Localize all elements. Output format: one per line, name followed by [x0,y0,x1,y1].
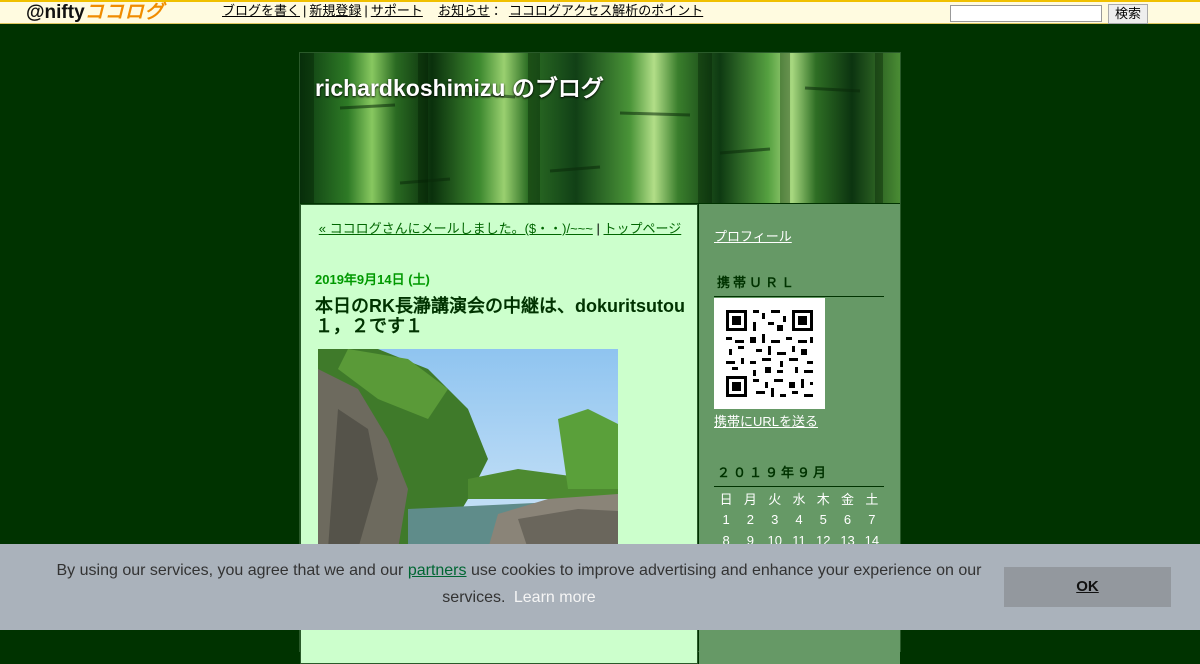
calendar-day: 6 [843,512,852,527]
search-input[interactable] [950,5,1102,22]
access-analysis-link[interactable]: ココログアクセス解析のポイント [509,3,703,18]
blog-title[interactable]: richardkoshimizu のブログ [315,69,604,103]
support-link[interactable]: サポート [371,3,423,18]
weekday-thu: 木 [816,492,830,507]
cookie-consent-banner: By using our services, you agree that we… [0,544,1200,630]
nifty-cocolog-logo[interactable]: @niftyココログ [26,2,165,24]
top-bar: @niftyココログ ブログを書く | 新規登録 | サポート お知らせ：ココログアクセ… [0,0,1200,24]
send-url-to-mobile-link[interactable]: 携帯にURLを送る [714,411,818,430]
weekday-sun: 日 [719,492,733,507]
profile-link[interactable]: プロフィール [714,226,792,245]
calendar-week-row: 1 2 3 4 5 6 7 [714,509,884,530]
post-title[interactable]: 本日のRK長瀞講演会の中継は、dokuritsutou１，２です１ [315,296,690,336]
learn-more-link[interactable]: Learn more [514,589,596,606]
separator: | [364,3,368,18]
partners-link[interactable]: partners [408,562,467,579]
calendar-day: 1 [722,512,730,527]
search-button[interactable]: 検索 [1108,4,1148,24]
calendar-day: 3 [771,512,779,527]
top-links: ブログを書く | 新規登録 | サポート お知らせ：ココログアクセス解析のポイント [222,2,703,22]
cookie-ok-button[interactable]: OK [1004,567,1171,607]
post-navigation: « ココログさんにメールしました。($・・)/~~~ | トップページ [315,219,685,238]
calendar-weekday-row: 日 月 火 水 木 金 土 [714,488,884,509]
weekday-tue: 火 [768,492,782,507]
calendar-day: 2 [746,512,755,527]
cookie-message: By using our services, you agree that we… [40,557,998,611]
qr-code-image [714,298,825,409]
weekday-fri: 金 [841,492,855,507]
calendar-heading: ２０１９年９月 [714,462,884,487]
post-date: 2019年9月14日 (土) [315,272,430,287]
calendar-day: 7 [868,512,876,527]
calendar: 日 月 火 水 木 金 土 1 2 3 4 5 6 7 8 9 10 11 12… [714,488,884,551]
weekday-wed: 水 [792,492,806,507]
river-gorge-image [318,349,618,549]
calendar-day: 4 [795,512,803,527]
post-photo[interactable] [318,349,618,549]
weekday-mon: 月 [743,492,757,507]
colon: ： [492,3,506,18]
calendar-day: 5 [819,512,827,527]
nav-separator: | [596,221,600,236]
mobile-url-heading: 携帯ＵＲＬ [714,272,884,297]
write-blog-link[interactable]: ブログを書く [222,3,300,18]
bamboo-banner: richardkoshimizu のブログ [300,53,900,203]
signup-link[interactable]: 新規登録 [309,3,361,18]
cookie-text-before: By using our services, you agree that we… [56,562,408,579]
logo-prefix: @nifty [26,2,85,23]
news-link[interactable]: お知らせ [438,3,490,18]
weekday-sat: 土 [865,492,879,507]
previous-post-link[interactable]: « ココログさんにメールしました。($・・)/~~~ [319,221,593,236]
separator: | [303,3,307,18]
logo-brand: ココログ [84,2,165,23]
top-page-link[interactable]: トップページ [604,221,682,236]
